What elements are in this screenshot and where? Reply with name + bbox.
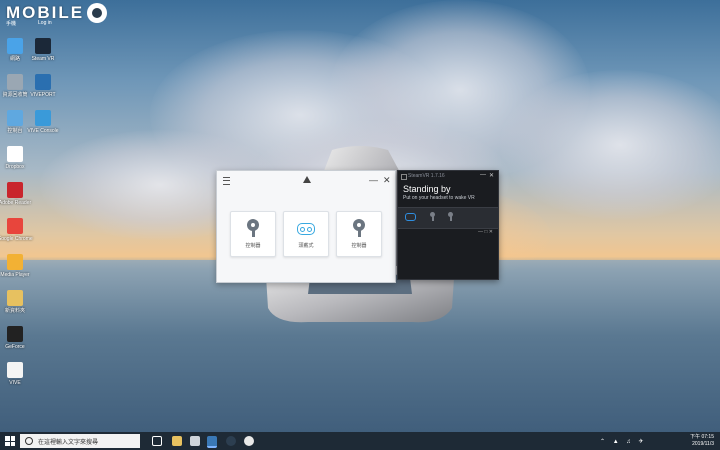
close-button[interactable]: ✕: [489, 172, 494, 179]
desktop-icon[interactable]: Adobe Reader: [0, 182, 35, 206]
vive-console-icon: [35, 110, 51, 126]
steamvr-status-window[interactable]: SteamVR 1.7.16 — ✕ Standing by Put on yo…: [397, 170, 499, 280]
controller-stem: [252, 229, 255, 237]
vive-taskbar-icon[interactable]: [207, 436, 217, 448]
device-label: 頭戴式: [298, 243, 314, 249]
status-title: Standing by: [403, 184, 451, 194]
desktop-icon[interactable]: VIVEPORT: [23, 74, 63, 98]
minimize-button[interactable]: —: [369, 175, 378, 185]
headset-status-icon[interactable]: [405, 213, 416, 221]
clock[interactable]: 下午 07:15 2019/11/3: [690, 434, 714, 448]
window-menu-icon[interactable]: [401, 174, 407, 180]
desktop-icon-label: Adobe Reader: [0, 200, 32, 206]
desktop-icon[interactable]: Media Player: [0, 254, 35, 278]
document-icon: [7, 362, 23, 378]
clock-date: 2019/11/3: [692, 441, 714, 447]
desktop-icon[interactable]: Steam VR: [23, 38, 63, 62]
desktop-icon[interactable]: 新資料夾: [0, 290, 35, 314]
desktop-icon-label: VIVE: [9, 380, 21, 386]
desktop-icon-label: Google Chrome: [0, 236, 33, 242]
desktop-icon-label: Media Player: [0, 272, 30, 278]
control-panel-icon: [7, 110, 23, 126]
viveport-icon: [35, 74, 51, 90]
taskbar-search-box[interactable]: 在這裡輸入文字來搜尋: [20, 434, 140, 448]
device-tile-controller-right[interactable]: 控制器: [336, 211, 382, 257]
geforce-icon: [7, 326, 23, 342]
network-icon: [7, 38, 23, 54]
search-placeholder: 在這裡輸入文字來搜尋: [38, 439, 99, 446]
desktop-icon-label: Dropbox: [5, 164, 25, 170]
chrome-icon: [7, 218, 23, 234]
status-subtitle: Put on your headset to wake VR: [403, 195, 475, 201]
vive-logo-icon: [303, 176, 311, 183]
task-view-icon[interactable]: [152, 436, 162, 446]
clock-time: 下午 07:15: [690, 434, 714, 440]
device-tile-controller-left[interactable]: 控制器: [230, 211, 276, 257]
desktop-icon[interactable]: VIVE: [0, 362, 35, 386]
media-player-icon: [7, 254, 23, 270]
adobe-reader-icon: [7, 182, 23, 198]
device-label: 控制器: [351, 243, 367, 249]
controller-stem: [358, 229, 361, 237]
steamvr-taskbar-icon[interactable]: [226, 436, 236, 446]
vive-console-window[interactable]: — ✕ 控制器 頭戴式 控制器: [216, 170, 396, 283]
headset-icon: [297, 223, 315, 235]
close-button[interactable]: ✕: [383, 175, 391, 186]
desktop-icon[interactable]: Dropbox: [0, 146, 35, 170]
dropbox-icon: [7, 146, 23, 162]
desktop-icon-label: GeForce: [5, 344, 25, 350]
logo-sub-left: 手機: [6, 21, 17, 27]
file-explorer-icon[interactable]: [172, 436, 182, 446]
chrome-taskbar-icon[interactable]: [244, 436, 254, 446]
recycle-bin-icon: [7, 74, 23, 90]
steamvr-titlebar[interactable]: SteamVR 1.7.16 — ✕: [398, 171, 498, 182]
device-label: 控制器: [245, 243, 261, 249]
steam-icon: [35, 38, 51, 54]
device-status-bar: [398, 207, 498, 229]
desktop-icon[interactable]: GeForce: [0, 326, 35, 350]
desktop-icon[interactable]: VIVE Console: [23, 110, 63, 134]
hamburger-menu-icon[interactable]: [223, 177, 230, 185]
controller-status-stem: [449, 216, 452, 221]
logo-subtitle: 手機 Log in: [6, 20, 52, 27]
taskbar: 在這裡輸入文字來搜尋 ⌃ ▲ ♫ ✈ 下午 07:15 2019/11/3: [0, 432, 720, 450]
cloud: [500, 70, 720, 220]
desktop-icon-label: 新資料夾: [4, 308, 25, 314]
desktop-icon-label: VIVE Console: [27, 128, 59, 134]
window-controls-icon[interactable]: — □ ✕: [478, 229, 493, 235]
desktop-icon[interactable]: Google Chrome: [0, 218, 35, 242]
logo-mark-icon: [87, 3, 108, 23]
windows-start-icon[interactable]: [5, 436, 15, 446]
steamvr-title: SteamVR 1.7.16: [408, 173, 445, 179]
controller-status-stem: [431, 216, 434, 221]
desktop-icon-label: VIVEPORT: [30, 92, 56, 98]
system-tray-icons[interactable]: ⌃ ▲ ♫ ✈: [600, 438, 647, 445]
desktop-icon-label: Steam VR: [31, 56, 55, 62]
app-icon[interactable]: [190, 436, 200, 446]
logo-sub-right: Log in: [38, 20, 52, 26]
search-icon: [25, 437, 33, 445]
minimize-button[interactable]: —: [480, 172, 486, 178]
device-tile-headset[interactable]: 頭戴式: [283, 211, 329, 257]
vive-titlebar[interactable]: — ✕: [217, 171, 395, 189]
folder-icon: [7, 290, 23, 306]
